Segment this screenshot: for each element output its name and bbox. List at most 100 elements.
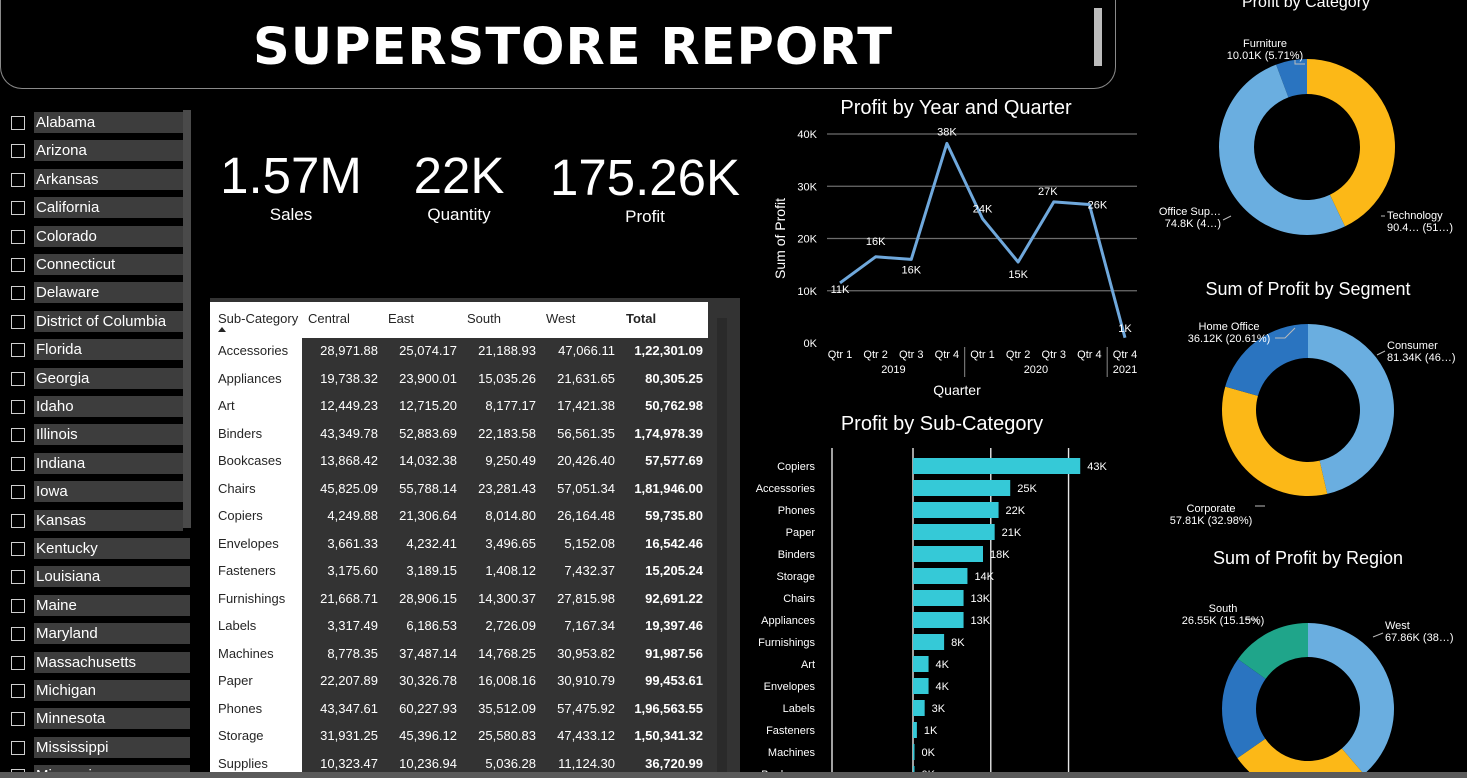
state-item[interactable]: Arizona <box>0 139 192 163</box>
region-matrix-table[interactable]: Sub-Category Central East South West Tot… <box>210 298 740 778</box>
matrix-scrollbar[interactable] <box>717 318 727 778</box>
state-item[interactable]: Kansas <box>0 509 192 533</box>
state-checkbox[interactable] <box>11 485 25 500</box>
table-row[interactable]: Binders 43,349.78 52,883.69 22,183.58 56,561… <box>210 420 708 448</box>
bar[interactable] <box>913 524 995 540</box>
donut-slice[interactable] <box>1222 386 1328 496</box>
state-item[interactable]: Iowa <box>0 480 192 504</box>
state-checkbox[interactable] <box>11 286 25 301</box>
state-item[interactable]: Michigan <box>0 679 192 703</box>
state-item[interactable]: Arkansas <box>0 168 192 192</box>
table-row[interactable]: Accessories 28,971.88 25,074.17 21,188.93 47… <box>210 337 708 365</box>
state-checkbox[interactable] <box>11 627 25 642</box>
state-checkbox[interactable] <box>11 684 25 698</box>
state-item[interactable]: Georgia <box>0 367 192 391</box>
table-row[interactable]: Labels 3,317.49 6,186.53 2,726.09 7,167.34 19… <box>210 612 708 640</box>
subcategory-cell: Chairs <box>218 480 256 496</box>
table-row[interactable]: Chairs 45,825.09 55,788.14 23,281.43 57,051.… <box>210 475 708 503</box>
donut-slice[interactable] <box>1308 623 1394 773</box>
state-item[interactable]: Indiana <box>0 452 192 476</box>
bar[interactable] <box>913 634 945 650</box>
profit-by-subcategory-chart[interactable]: Copiers 43K Accessories 25K Phones 22K Paper 21… <box>745 440 1150 772</box>
kpi-sales-label: Sales <box>269 205 313 224</box>
state-item[interactable]: California <box>0 196 192 220</box>
bar[interactable] <box>913 612 964 628</box>
state-checkbox[interactable] <box>11 258 25 272</box>
bar[interactable] <box>913 458 1081 474</box>
state-item[interactable]: Illinois <box>0 423 192 447</box>
table-row[interactable]: Appliances 19,738.32 23,900.01 15,035.26 21,… <box>210 365 708 393</box>
bar[interactable] <box>913 480 1011 496</box>
state-item[interactable]: Kentucky <box>0 537 192 561</box>
bar[interactable] <box>913 546 983 562</box>
state-item[interactable]: Idaho <box>0 395 192 419</box>
sort-ascending-icon[interactable] <box>218 327 226 332</box>
total-cell: 91,987.56 <box>645 645 703 661</box>
state-item[interactable]: Florida <box>0 338 192 362</box>
state-item[interactable]: Louisiana <box>0 565 192 589</box>
state-item[interactable]: Minnesota <box>0 707 192 731</box>
state-item[interactable]: Alabama <box>0 111 192 135</box>
state-checkbox[interactable] <box>11 400 25 414</box>
state-checkbox[interactable] <box>11 229 25 244</box>
table-row[interactable]: Copiers 4,249.88 21,306.64 8,014.80 26,164.4… <box>210 502 708 530</box>
header-south[interactable]: South <box>467 311 501 326</box>
state-checkbox[interactable] <box>11 542 25 556</box>
header-west[interactable]: West <box>546 311 575 326</box>
bar-chart-title: Profit by Sub-Category <box>840 413 1044 435</box>
state-checkbox[interactable] <box>11 314 25 329</box>
page-scrollbar[interactable] <box>0 772 1467 778</box>
state-checkbox[interactable] <box>11 570 25 585</box>
value-cell: 37,487.14 <box>399 645 457 661</box>
state-slicer[interactable]: Alabama Arizona Arkansas California Colorado… <box>0 108 196 778</box>
bar[interactable] <box>913 590 964 606</box>
state-checkbox[interactable] <box>11 201 25 216</box>
state-checkbox[interactable] <box>11 428 25 443</box>
table-row[interactable]: Paper 22,207.89 30,326.78 16,008.16 30,910.7… <box>210 667 708 695</box>
state-checkbox[interactable] <box>11 371 25 386</box>
state-item[interactable]: Connecticut <box>0 253 192 277</box>
table-row[interactable]: Furnishings 21,668.71 28,906.15 14,300.37 27… <box>210 585 708 613</box>
state-checkbox[interactable] <box>11 740 25 755</box>
state-item[interactable]: Massachusetts <box>0 651 192 675</box>
state-checkbox[interactable] <box>11 343 25 358</box>
table-row[interactable]: Envelopes 3,661.33 4,232.41 3,496.65 5,152.0… <box>210 530 708 558</box>
profit-by-quarter-chart[interactable]: 0K 10K 20K 30K 40K Sum of Profit 11K 16K 16K 38K 2… <box>765 120 1155 405</box>
profit-by-region-donut[interactable]: South26.55K (15.15%) West67.86K (38…) <box>1145 575 1467 773</box>
state-item[interactable]: Colorado <box>0 225 192 249</box>
kpi-profit-value: 175.26K <box>549 149 740 206</box>
bar[interactable] <box>913 568 968 584</box>
state-checkbox[interactable] <box>11 144 25 159</box>
table-row[interactable]: Machines 8,778.35 37,487.14 14,768.25 30,953… <box>210 640 708 668</box>
profit-by-segment-donut[interactable]: Home Office36.12K (20.61%) Consumer81.34K… <box>1145 300 1467 540</box>
table-row[interactable]: Art 12,449.23 12,715.20 8,177.17 17,421.38 50… <box>210 392 708 420</box>
value-cell: 6,186.53 <box>406 618 457 633</box>
state-checkbox[interactable] <box>11 655 25 670</box>
state-item[interactable]: Mississippi <box>0 736 192 760</box>
table-row[interactable]: Phones 43,347.61 60,227.93 35,512.09 57,475.… <box>210 695 708 723</box>
table-row[interactable]: Fasteners 3,175.60 3,189.15 1,408.12 7,432.3… <box>210 557 708 585</box>
bar[interactable] <box>913 656 929 672</box>
table-row[interactable]: Bookcases 13,868.42 14,032.38 9,250.49 20,42… <box>210 447 708 475</box>
state-checkbox[interactable] <box>11 712 25 727</box>
bar[interactable] <box>913 722 917 738</box>
bar[interactable] <box>913 678 929 694</box>
state-item[interactable]: Maine <box>0 594 192 618</box>
state-checkbox[interactable] <box>11 598 25 613</box>
bar[interactable] <box>913 744 915 760</box>
header-sub-category[interactable]: Sub-Category <box>218 311 298 326</box>
table-row[interactable]: Storage 31,931.25 45,396.12 25,580.83 47,433… <box>210 722 708 750</box>
state-checkbox[interactable] <box>11 513 25 528</box>
bar[interactable] <box>913 700 925 716</box>
header-central[interactable]: Central <box>308 311 350 326</box>
header-east[interactable]: East <box>388 311 414 326</box>
state-item[interactable]: Maryland <box>0 622 192 646</box>
header-total[interactable]: Total <box>626 311 656 326</box>
state-checkbox[interactable] <box>11 116 25 130</box>
state-checkbox[interactable] <box>11 456 25 471</box>
state-item[interactable]: District of Columbia <box>0 310 192 334</box>
profit-by-category-donut[interactable]: Furniture10.01K (5.71%) Technology90.4… (… <box>1145 20 1467 270</box>
state-item[interactable]: Delaware <box>0 281 192 305</box>
bar[interactable] <box>913 502 999 518</box>
state-checkbox[interactable] <box>11 172 25 187</box>
